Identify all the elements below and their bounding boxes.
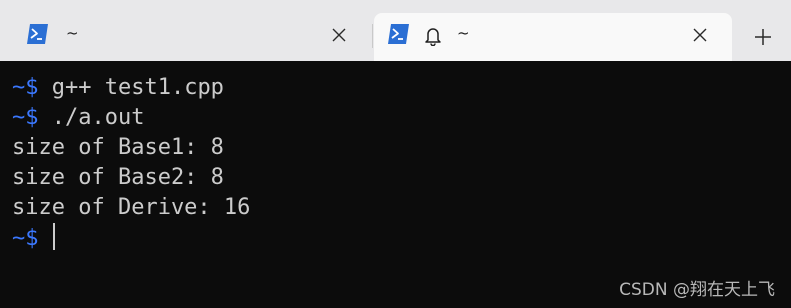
tab-title: ~ <box>66 24 79 42</box>
powershell-icon <box>27 24 48 44</box>
watermark: CSDN @翔在天上飞 <box>619 280 775 300</box>
powershell-icon <box>388 24 409 44</box>
close-icon[interactable] <box>331 27 347 43</box>
prompt: ~$ <box>12 226 39 251</box>
tab-active[interactable]: ~ <box>374 13 732 61</box>
terminal-pane[interactable]: ~$ g++ test1.cpp ~$ ./a.out size of Base… <box>0 61 791 308</box>
terminal-line: ~$ ./a.out <box>12 103 250 133</box>
tab-title: ~ <box>457 24 470 42</box>
terminal-output: ~$ g++ test1.cpp ~$ ./a.out size of Base… <box>12 73 250 253</box>
terminal-line: ~$ <box>12 223 250 253</box>
text-cursor <box>52 223 55 250</box>
terminal-line: ~$ g++ test1.cpp <box>12 73 250 103</box>
prompt: ~$ <box>12 75 39 100</box>
output-text: size of Base1: 8 <box>12 135 224 160</box>
output-text: size of Base2: 8 <box>12 165 224 190</box>
prompt: ~$ <box>12 105 39 130</box>
tab-bar: ~ ~ <box>0 0 791 61</box>
command-text: ./a.out <box>38 105 145 130</box>
output-text: size of Derive: 16 <box>12 195 251 220</box>
tab-inactive[interactable]: ~ <box>0 13 372 61</box>
tab-separator <box>372 24 373 48</box>
terminal-line: size of Derive: 16 <box>12 193 250 223</box>
terminal-line: size of Base2: 8 <box>12 163 250 193</box>
command-text: g++ test1.cpp <box>38 75 224 100</box>
plus-icon[interactable] <box>752 26 774 48</box>
terminal-line: size of Base1: 8 <box>12 133 250 163</box>
close-icon[interactable] <box>692 27 708 43</box>
bell-icon <box>425 28 441 46</box>
